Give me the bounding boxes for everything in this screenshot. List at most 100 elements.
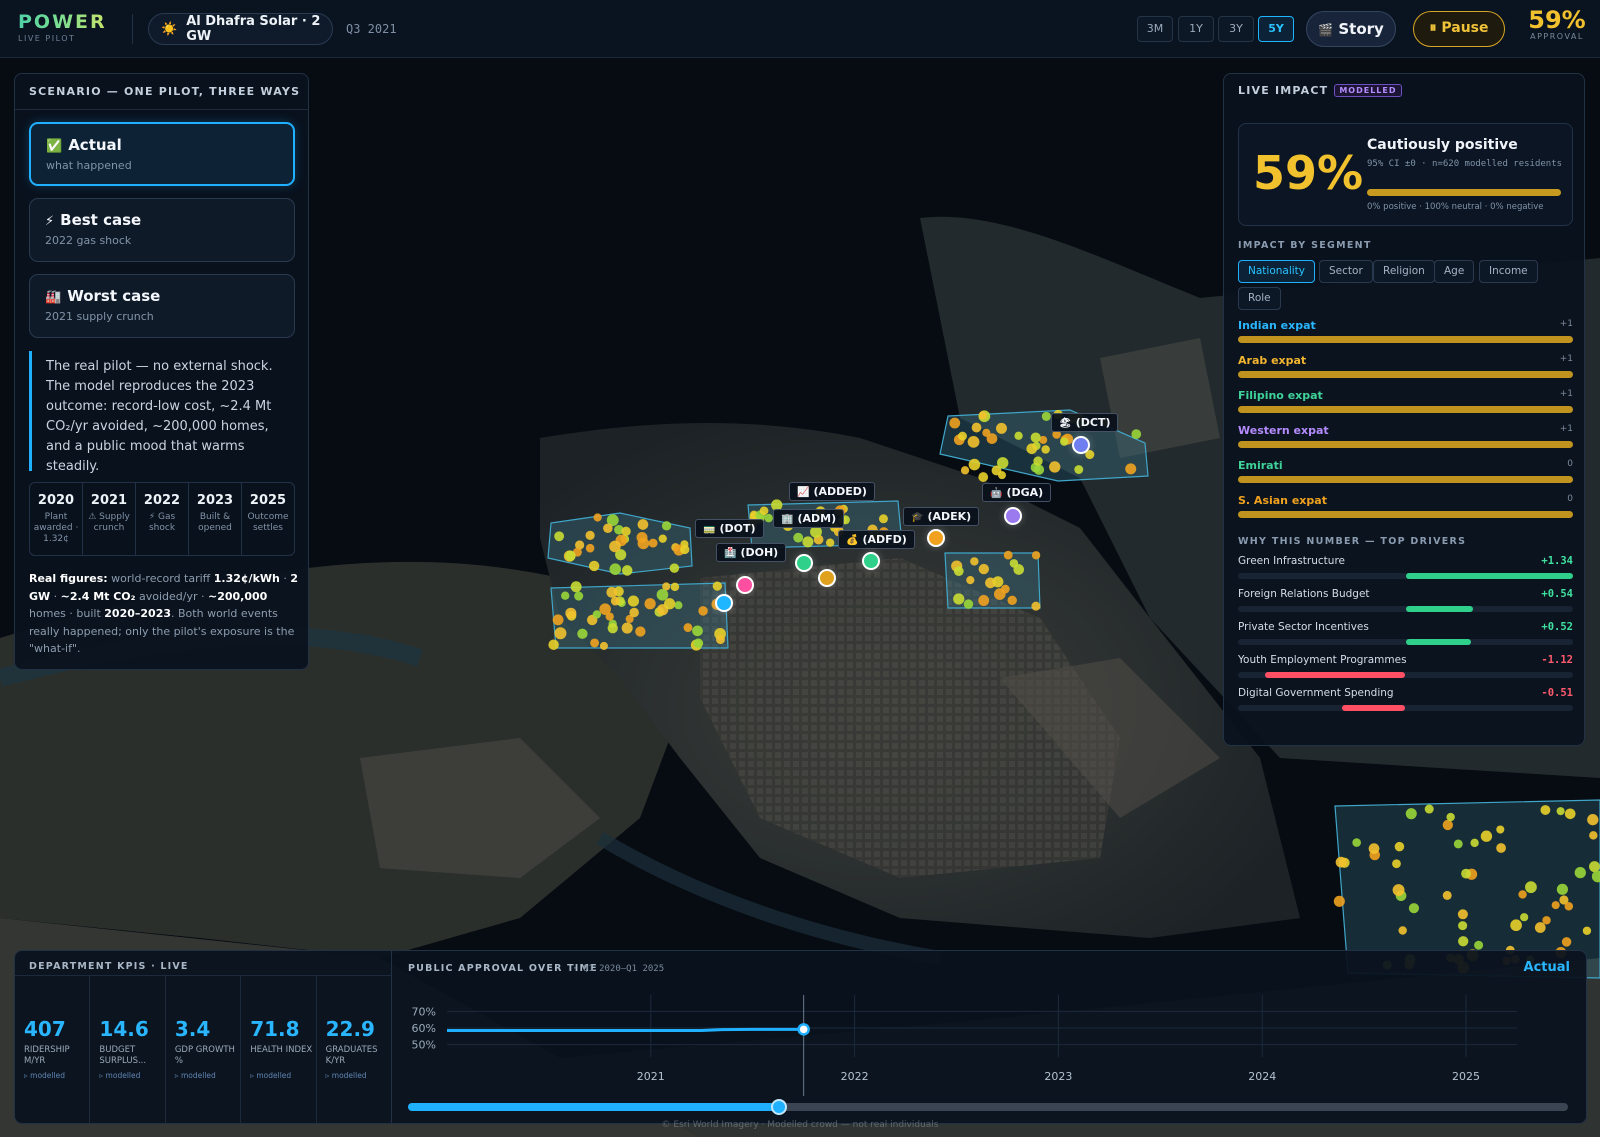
driver-value: +0.52 [1541, 621, 1573, 633]
tram-icon: 🚃 [703, 524, 716, 535]
crowd-dot [627, 595, 639, 607]
pin-dot-dga[interactable] [1004, 507, 1022, 525]
scenario-worst-case[interactable]: 🏭 Worst case 2021 supply crunch [29, 274, 295, 338]
kpi-label: HEALTH INDEX [250, 1045, 313, 1055]
pin-dot-added[interactable] [795, 554, 813, 572]
crowd-dot [958, 431, 967, 441]
scrubber-progress [408, 1103, 780, 1111]
crowd-dot [978, 595, 990, 606]
pin-label-adfd[interactable]: 💰 (ADFD) [838, 530, 915, 549]
kpi-graduates[interactable]: 22.9 GRADUATES K/YR ▹ modelled [317, 976, 391, 1123]
pin-dot-doh[interactable] [736, 576, 754, 594]
crowd-dot [658, 534, 667, 543]
segment-value: +1 [1559, 354, 1573, 364]
pin-label-dot[interactable]: 🚃 (DOT) [695, 519, 764, 538]
crowd-dot [554, 531, 565, 542]
pin-label-adek[interactable]: 🎓 (ADEK) [903, 507, 980, 526]
project-selector[interactable]: ☀️ Al Dhafra Solar · 2 GW [148, 13, 333, 45]
rf-text: · [279, 572, 291, 585]
tab-religion[interactable]: Religion [1373, 260, 1435, 283]
crowd-dot [609, 540, 621, 553]
kpi-budget-surplus[interactable]: 14.6 BUDGET SURPLUS... ▹ modelled [90, 976, 166, 1123]
driver-value: -1.12 [1541, 654, 1573, 666]
x-tick-label: 2021 [637, 1070, 665, 1083]
building-icon: 🏢 [781, 514, 794, 525]
crowd-dot [1442, 890, 1452, 900]
kpi-value: 3.4 [174, 1017, 211, 1041]
pin-label-dga[interactable]: 🤖 (DGA) [982, 483, 1052, 502]
pin-label-dct[interactable]: 🏖 (DCT) [1051, 413, 1119, 432]
pin-dot-dct[interactable] [1072, 436, 1090, 454]
crowd-dot [661, 521, 672, 531]
crowd-dot [953, 566, 964, 577]
crowd-dot [963, 599, 974, 609]
tab-income[interactable]: Income [1479, 260, 1538, 283]
timeline-scrubber[interactable] [408, 1099, 1568, 1115]
scenario-actual[interactable]: ✅ Actual what happened [29, 122, 295, 186]
crowd-dot [982, 428, 991, 437]
crowd-dot [621, 622, 633, 634]
crowd-dot [970, 557, 979, 566]
tab-role[interactable]: Role [1238, 287, 1281, 310]
timeline-item[interactable]: 2020 Plant awarded · 1.32¢ [30, 483, 83, 555]
crowd-dot [588, 560, 600, 572]
scenario-best-case[interactable]: ⚡ Best case 2022 gas shock [29, 198, 295, 262]
pin-dot-adm[interactable] [818, 569, 836, 587]
tab-age[interactable]: Age [1434, 260, 1475, 283]
pin-code: (ADM) [797, 512, 837, 525]
pin-dot-dot[interactable] [715, 594, 733, 612]
approval-chart-panel: 70% 60% 50% 2021 2022 2023 2024 2025 PUBLIC APP… [392, 950, 1587, 1124]
pin-label-adm[interactable]: 🏢 (ADM) [773, 509, 845, 528]
kpi-list: 407 RIDERSHIP M/YR ▹ modelled 14.6 BUDGE… [15, 975, 391, 1123]
driver-name: Green Infrastructure [1238, 555, 1345, 567]
range-3m-button[interactable]: 3M [1137, 16, 1173, 42]
crowd-dot [1026, 443, 1038, 455]
timeline-item[interactable]: 2025 Outcome settles [242, 483, 294, 555]
crowd-dot [656, 588, 669, 601]
money-bag-icon: 💰 [846, 535, 859, 546]
story-button[interactable]: 🎬 Story [1306, 11, 1396, 47]
crowd-dot [1551, 901, 1560, 910]
crowd-dot [1446, 812, 1455, 822]
crowd-dot [712, 581, 722, 591]
range-1y-button[interactable]: 1Y [1178, 16, 1214, 42]
impact-confidence: 95% CI ±0 · n=620 modelled residents [1367, 159, 1563, 169]
range-5y-button[interactable]: 5Y [1258, 16, 1294, 42]
crowd-dot [1392, 884, 1405, 897]
pin-label-doh[interactable]: 🏥 (DOH) [716, 543, 787, 562]
timeline-item[interactable]: 2022 ⚡ Gas shock [136, 483, 189, 555]
pin-label-added[interactable]: 📈 (ADDED) [789, 482, 875, 501]
current-quarter: Q3 2021 [346, 22, 397, 36]
kpi-gdp-growth[interactable]: 3.4 GDP GROWTH % ▹ modelled [166, 976, 242, 1123]
impact-percentage: 59% [1253, 146, 1364, 200]
timeline-item[interactable]: 2021 ⚠ Supply crunch [83, 483, 136, 555]
crowd-dot [565, 607, 577, 619]
crowd-dot [1033, 464, 1045, 475]
timeline-item[interactable]: 2023 Built & opened [189, 483, 242, 555]
approval-chart[interactable]: 70% 60% 50% 2021 2022 2023 2024 2025 [392, 951, 1587, 1125]
scenario-card-subtitle: 2021 supply crunch [45, 310, 154, 323]
crowd-dot [593, 513, 602, 522]
tab-nationality[interactable]: Nationality [1238, 260, 1316, 283]
pin-code: (DGA) [1006, 486, 1044, 499]
crowd-dot [764, 513, 773, 523]
crowd-dot [1474, 940, 1484, 950]
pin-dot-adfd[interactable] [862, 552, 880, 570]
kpi-health-index[interactable]: 71.8 HEALTH INDEX ▹ modelled [241, 976, 317, 1123]
range-3y-button[interactable]: 3Y [1218, 16, 1254, 42]
crowd-dot [1074, 465, 1084, 474]
brand-title: POWER [18, 11, 107, 33]
segment-value: 0 [1567, 494, 1573, 504]
crowd-dot [1125, 463, 1137, 475]
chart-scenario-label: Actual [1523, 960, 1570, 975]
pin-dot-adek[interactable] [927, 529, 945, 547]
crowd-dot [644, 598, 656, 610]
tab-sector[interactable]: Sector [1319, 260, 1373, 283]
crowd-dot [1041, 445, 1050, 454]
crowd-dot [1457, 909, 1468, 920]
kpi-label: BUDGET SURPLUS... [99, 1045, 147, 1066]
kpi-ridership[interactable]: 407 RIDERSHIP M/YR ▹ modelled [15, 976, 91, 1123]
crowd-dot [669, 563, 680, 573]
crowd-dot [585, 543, 595, 553]
pause-button[interactable]: ⏸ Pause [1413, 11, 1505, 47]
